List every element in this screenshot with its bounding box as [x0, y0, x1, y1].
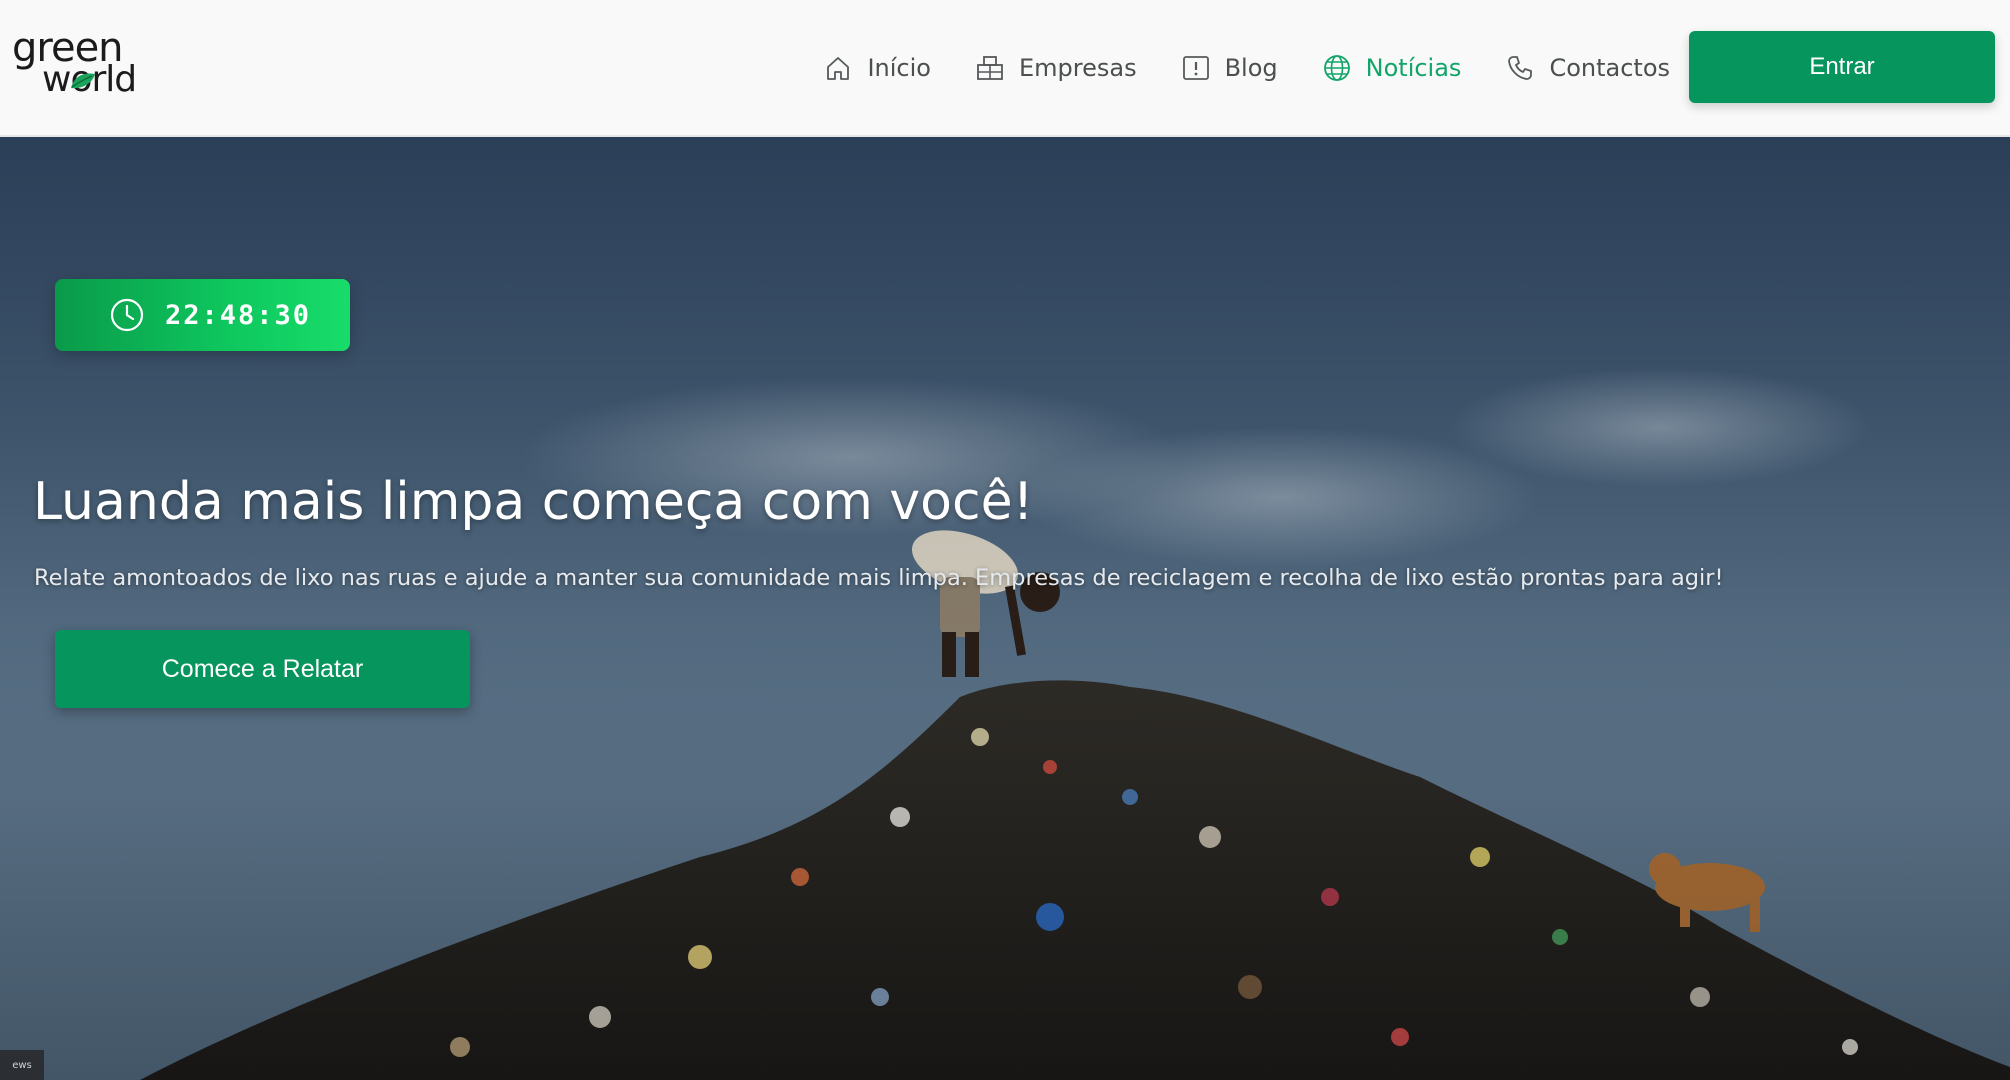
nav-item-label: Blog — [1224, 53, 1278, 82]
corner-tag: ews — [0, 1050, 44, 1080]
hero-subtitle: Relate amontoados de lixo nas ruas e aju… — [34, 565, 1724, 591]
clock-time: 22:48:30 — [165, 299, 312, 331]
nav-item-label: Início — [867, 53, 931, 82]
nav-item-label: Empresas — [1018, 53, 1137, 82]
nav-item-inicio[interactable]: Início — [823, 53, 931, 83]
nav-item-blog[interactable]: Blog — [1181, 53, 1278, 83]
nav-item-label: Contactos — [1549, 53, 1670, 82]
login-button[interactable]: Entrar — [1689, 31, 1995, 103]
start-reporting-button[interactable]: Comece a Relatar — [55, 630, 470, 708]
hero-section: 22:48:30 Luanda mais limpa começa com vo… — [0, 137, 2010, 1080]
phone-icon — [1508, 55, 1533, 80]
main-nav: Início Empresas Blog Notícias Contactos — [823, 0, 1670, 135]
nav-item-noticias[interactable]: Notícias — [1322, 53, 1462, 83]
info-square-icon — [1182, 55, 1209, 80]
nav-item-contactos[interactable]: Contactos — [1505, 53, 1670, 83]
hero-title: Luanda mais limpa começa com você! — [33, 472, 1034, 532]
logo[interactable]: green world — [12, 28, 142, 103]
navbar: green world Início Empr — [0, 0, 2010, 137]
clock-icon — [110, 298, 144, 332]
building-icon — [977, 55, 1003, 80]
clock-badge: 22:48:30 — [55, 279, 350, 351]
nav-item-empresas[interactable]: Empresas — [975, 53, 1137, 83]
leaf-icon — [71, 73, 95, 89]
nav-item-label: Notícias — [1365, 53, 1462, 82]
page: green world Início Empr — [0, 0, 2010, 1080]
globe-icon — [1323, 54, 1350, 81]
home-icon — [827, 56, 850, 80]
